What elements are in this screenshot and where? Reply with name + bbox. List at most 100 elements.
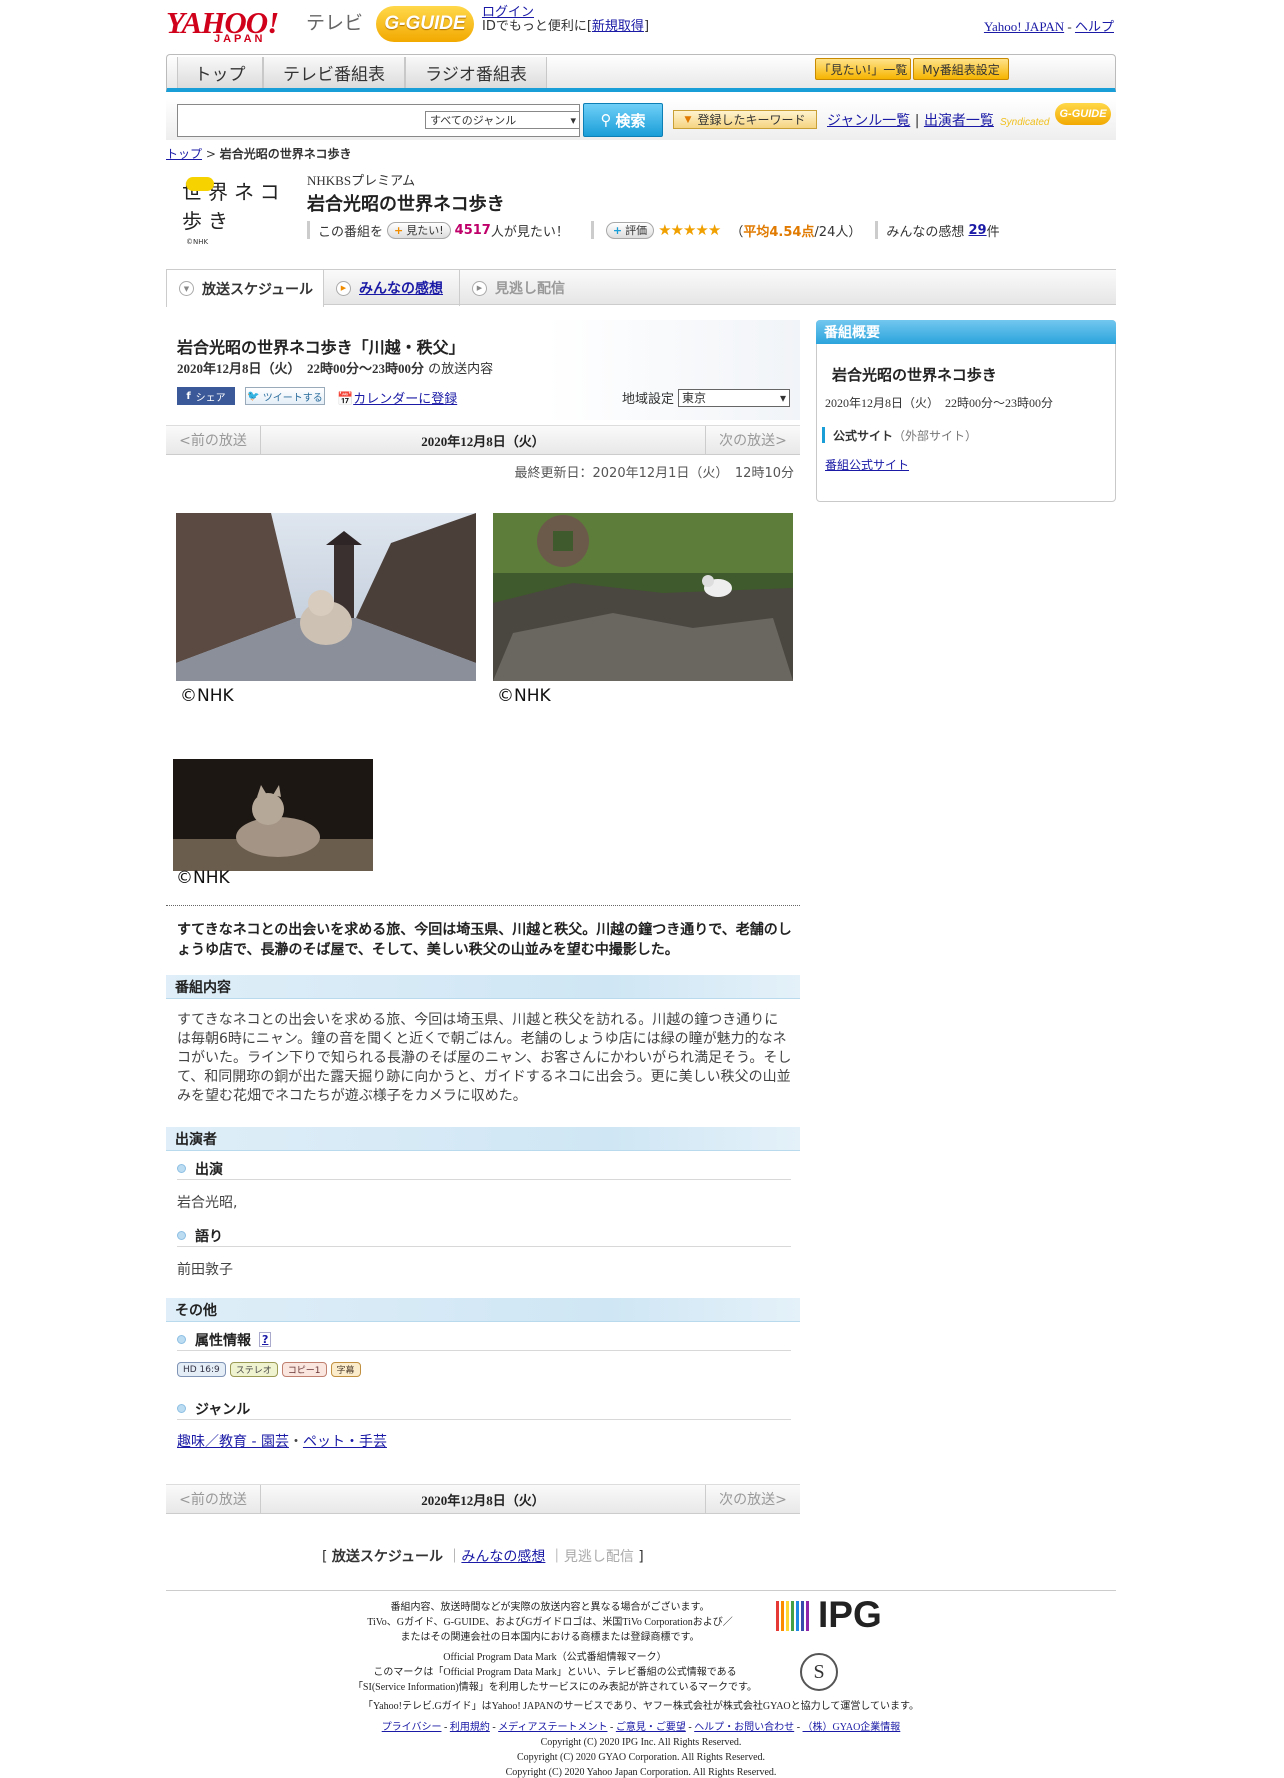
feedback-link[interactable]: ご意見・ご要望: [616, 1722, 686, 1733]
region-select[interactable]: 東京 ▾: [678, 388, 791, 407]
footer-tab-reviews[interactable]: みんなの感想: [461, 1549, 545, 1565]
footer-line: 番組内容、放送時間などが実際の放送内容と異なる場合がございます。: [390, 1602, 710, 1613]
photo-credit: ©NHK: [176, 868, 230, 888]
narrator-subhead: 語り: [177, 1225, 791, 1247]
register-link[interactable]: 新規取得: [592, 19, 644, 34]
nav-tab-radio[interactable]: ラジオ番組表: [405, 57, 547, 88]
genre-value: 趣味／教育 - 園芸・ペット・手芸: [177, 1431, 387, 1451]
avg-open: （: [730, 224, 744, 240]
cast-value: 岩合光昭,: [177, 1195, 238, 1211]
site-note: （外部サイト）: [893, 428, 978, 443]
photo-credit: ©NHK: [497, 686, 551, 706]
nav-tab-tv[interactable]: テレビ番組表: [263, 57, 405, 88]
bullet-icon: [177, 1335, 186, 1344]
help-link[interactable]: ヘルプ: [1075, 19, 1114, 34]
region-value: 東京: [682, 391, 707, 405]
last-updated: 最終更新日：2020年12月1日（火） 12時10分: [514, 466, 794, 481]
photo-cat-sunlight: [173, 759, 373, 871]
breadcrumb-top[interactable]: トップ: [166, 147, 202, 161]
bracket: ]: [633, 1549, 644, 1565]
footer-notice: 番組内容、放送時間などが実際の放送内容と異なる場合がございます。 TiVo、Gガ…: [330, 1600, 770, 1645]
broadcast-pager-top: <前の放送 2020年12月8日（火） 次の放送>: [166, 425, 800, 455]
program-title: 岩合光昭の世界ネコ歩き: [307, 194, 505, 215]
login-block: ログイン IDでもっと便利に[新規取得]: [482, 6, 649, 34]
search-button[interactable]: ⚲ 検索: [583, 103, 663, 137]
badge-subtitle: 字幕: [330, 1362, 361, 1377]
breadcrumb-current: 岩合光昭の世界ネコ歩き: [219, 147, 352, 161]
calendar-register[interactable]: 📅カレンダーに登録: [337, 388, 457, 407]
plus-icon: +: [612, 223, 623, 237]
footer-divider: [166, 1590, 1116, 1591]
episode-datetime: 2020年12月8日（火） 22時00分～23時00分 の放送内容: [177, 358, 493, 377]
program-stats: この番組を + 見たい! 4517 人が見たい！ + 評価 ★★★★★ （平均4.54…: [307, 221, 1000, 240]
want-button[interactable]: + 見たい!: [387, 221, 451, 239]
footer-tab-vod[interactable]: 見逃し配信: [564, 1549, 634, 1565]
copyright: Copyright (C) 2020 IPG Inc. All Rights R…: [166, 1735, 1116, 1778]
help-contact-link[interactable]: ヘルプ・お問い合わせ: [694, 1722, 794, 1733]
attributes-subhead: 属性情報?: [177, 1329, 791, 1351]
prev-broadcast[interactable]: <前の放送: [166, 1485, 261, 1513]
terms-link[interactable]: 利用規約: [450, 1722, 490, 1733]
login-sub-end: ]: [643, 19, 650, 34]
tab-schedule[interactable]: ▼ 放送スケジュール: [166, 270, 324, 307]
footer-tab-schedule[interactable]: 放送スケジュール: [332, 1549, 443, 1565]
prev-broadcast[interactable]: <前の放送: [166, 426, 261, 454]
section-cast-head: 出演者: [166, 1127, 800, 1151]
site-label: 公式サイト: [833, 428, 894, 443]
sep: >: [202, 147, 220, 161]
tweet-button[interactable]: 🐦 ツイートする: [245, 387, 325, 405]
official-program-data-mark: S: [800, 1653, 838, 1691]
privacy-link[interactable]: プライバシー: [382, 1722, 442, 1733]
sidebar-summary: [816, 320, 1116, 502]
official-site-link[interactable]: 番組公式サイト: [825, 456, 909, 473]
want-prefix: この番組を: [318, 224, 384, 240]
divider: [590, 221, 594, 239]
calendar-icon: 📅: [337, 392, 354, 407]
login-link[interactable]: ログイン: [482, 5, 534, 20]
pipe: |: [914, 113, 920, 129]
performer-list-link[interactable]: 出演者一覧: [924, 113, 994, 129]
genre-select[interactable]: すべてのジャンル ▾: [425, 111, 580, 129]
gyao-corp-link[interactable]: （株）GYAO企業情報: [803, 1722, 901, 1733]
calendar-link: カレンダーに登録: [353, 392, 458, 407]
keyword-button[interactable]: ▼ 登録したキーワード: [673, 110, 817, 129]
my-schedule-button[interactable]: My番組表設定: [913, 58, 1009, 80]
sidebar-site-label: 公式サイト （外部サイト）: [822, 427, 977, 443]
genre-link-pets[interactable]: ペット・手芸: [303, 1434, 387, 1450]
episode-lead: すてきなネコとの出会いを求める旅、今回は埼玉県、川越と秩父。川越の鐘つき通りで、…: [177, 922, 792, 958]
ipg-logo-bars: [776, 1601, 809, 1631]
gguide-logo[interactable]: G-GUIDE: [376, 6, 474, 42]
media-statement-link[interactable]: メディアステートメント: [498, 1722, 607, 1733]
photo-copper-coin-site: [493, 513, 793, 681]
attribute-badges: HD 16:9 ステレオ コピー1 字幕: [177, 1362, 365, 1377]
want-list-button[interactable]: 「見たい!」一覧: [815, 58, 911, 80]
triangle-icon: ▼: [684, 114, 692, 125]
logo-dot: [186, 177, 214, 191]
program-logo: 世界ネコ歩き: [182, 175, 297, 235]
genre-link-gardening[interactable]: 趣味／教育 - 園芸: [177, 1434, 289, 1450]
next-broadcast[interactable]: 次の放送>: [705, 426, 800, 454]
nav-tab-top[interactable]: トップ: [177, 57, 263, 88]
bracket: [: [322, 1549, 332, 1565]
rate-button[interactable]: + 評価: [605, 221, 655, 239]
footer-line: Official Program Data Mark（公式番組情報マーク）: [443, 1652, 667, 1663]
footer-line: TiVo、Gガイド、G-GUIDE、およびGガイドロゴは、米国TiVo Corp…: [367, 1617, 733, 1628]
yahoo-japan-link[interactable]: Yahoo! JAPAN: [984, 19, 1064, 34]
broadcast-pager-bottom: <前の放送 2020年12月8日（火） 次の放送>: [166, 1484, 800, 1514]
reviews-count-link[interactable]: 29: [969, 223, 987, 238]
keyword-button-label: 登録したキーワード: [697, 113, 806, 127]
tv-label: テレビ: [306, 12, 364, 34]
episode-datetime-suffix: の放送内容: [428, 362, 494, 377]
yahoo-logo[interactable]: YAHOO! JAPAN: [166, 5, 279, 45]
section-content-head: 番組内容: [166, 975, 800, 999]
sidebar-head: 番組概要: [816, 320, 1116, 344]
tab-vod[interactable]: ▶ 見逃し配信: [460, 270, 580, 306]
genre-list-link[interactable]: ジャンル一覧: [827, 113, 910, 129]
tab-reviews[interactable]: ▶ みんなの感想: [324, 270, 460, 306]
copyright-line: Copyright (C) 2020 IPG Inc. All Rights R…: [540, 1737, 742, 1748]
login-sub: IDでもっと便利に[: [482, 19, 592, 34]
attributes-help-link[interactable]: ?: [259, 1332, 272, 1347]
footer-line: このマークは「Official Program Data Mark」といい、テレ…: [373, 1667, 737, 1678]
next-broadcast[interactable]: 次の放送>: [705, 1485, 800, 1513]
facebook-share-button[interactable]: f シェア: [177, 387, 235, 405]
